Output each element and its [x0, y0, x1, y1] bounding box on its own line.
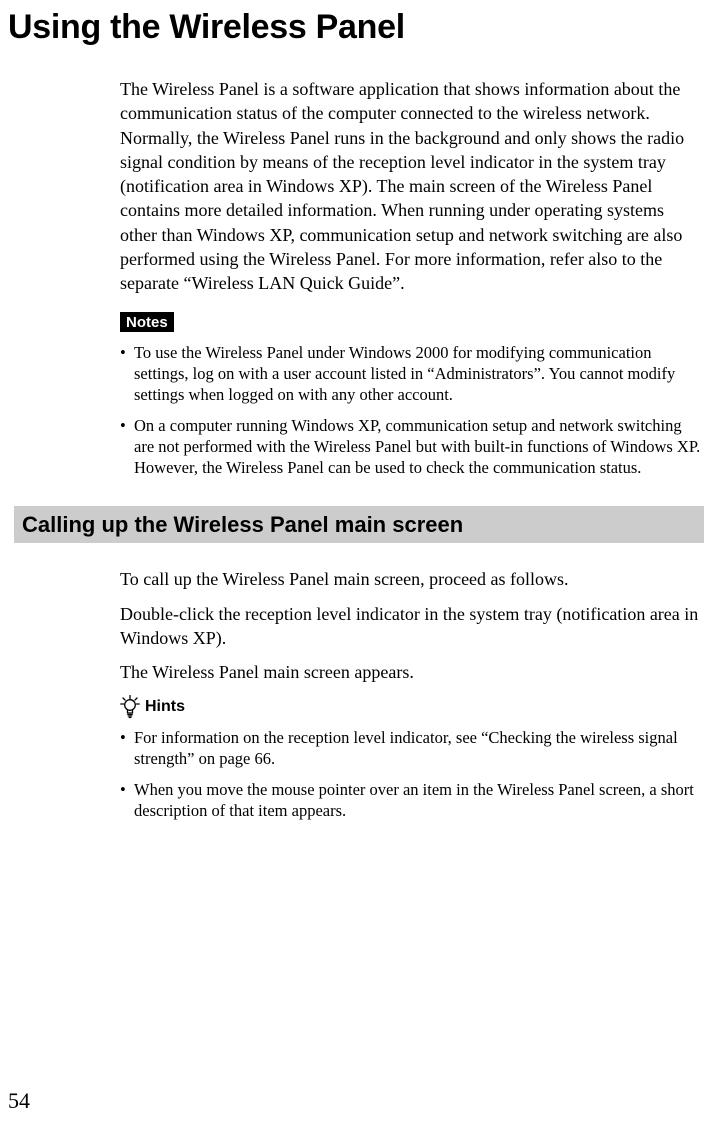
page-title: Using the Wireless Panel — [8, 8, 712, 47]
intro-paragraph: The Wireless Panel is a software applica… — [120, 77, 704, 296]
notes-badge: Notes — [120, 312, 174, 332]
intro-block: The Wireless Panel is a software applica… — [120, 77, 704, 478]
body-paragraph: Double-click the reception level indicat… — [120, 602, 704, 651]
page-number: 54 — [8, 1088, 30, 1114]
list-item: When you move the mouse pointer over an … — [120, 779, 704, 821]
hints-list: For information on the reception level i… — [120, 727, 704, 821]
section-body: To call up the Wireless Panel main scree… — [120, 567, 704, 821]
body-paragraph: The Wireless Panel main screen appears. — [120, 660, 704, 684]
notes-list: To use the Wireless Panel under Windows … — [120, 342, 704, 479]
hints-label: Hints — [145, 698, 185, 716]
section-heading: Calling up the Wireless Panel main scree… — [14, 506, 704, 543]
list-item: For information on the reception level i… — [120, 727, 704, 769]
body-paragraph: To call up the Wireless Panel main scree… — [120, 567, 704, 591]
lightbulb-icon — [120, 695, 140, 719]
hints-header: Hints — [120, 695, 704, 719]
list-item: To use the Wireless Panel under Windows … — [120, 342, 704, 405]
list-item: On a computer running Windows XP, commun… — [120, 415, 704, 478]
